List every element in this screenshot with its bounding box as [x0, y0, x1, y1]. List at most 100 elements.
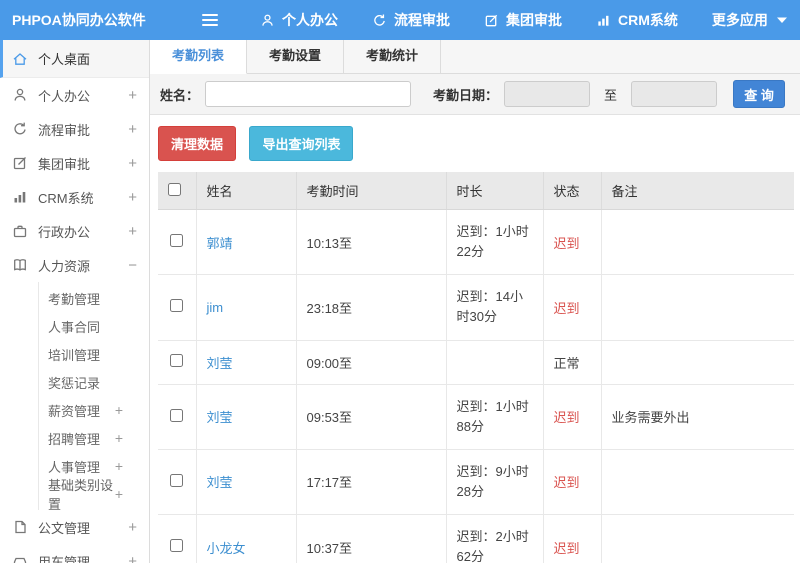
app-window: PHPOA协同办公软件 个人办公 流程审批 集团审批 CRM系统 更多应用 个人…	[0, 0, 800, 563]
sidebar-item-crm[interactable]: CRM系统 +	[0, 180, 149, 214]
top-navigation: 个人办公 流程审批 集团审批 CRM系统 更多应用	[260, 10, 787, 30]
expand-icon[interactable]: +	[128, 88, 137, 103]
col-header-note: 备注	[601, 172, 794, 210]
nav-group-approval[interactable]: 集团审批	[484, 10, 562, 30]
nav-label: 集团审批	[506, 12, 562, 28]
nav-label: CRM系统	[618, 12, 678, 28]
sidebar-item-admin-office[interactable]: 行政办公 +	[0, 214, 149, 248]
attendance-time: 09:00至	[296, 340, 447, 385]
search-form: 姓名： 考勤日期： 至 查 询	[150, 74, 800, 115]
table-row: jim 23:18至 迟到：14小时30分 迟到	[158, 274, 794, 341]
name-input[interactable]	[205, 81, 412, 107]
nav-more-apps[interactable]: 更多应用	[712, 10, 787, 30]
sidebar-item-document-mgmt[interactable]: 公文管理 +	[0, 510, 149, 544]
expand-icon[interactable]: +	[115, 487, 123, 501]
attendance-time: 09:53至	[296, 384, 447, 450]
expand-icon[interactable]: +	[128, 224, 137, 239]
sidebar-item-workflow-approval[interactable]: 流程审批 +	[0, 112, 149, 146]
sidebar-item-group-approval[interactable]: 集团审批 +	[0, 146, 149, 180]
car-icon	[12, 553, 28, 563]
nav-personal-office[interactable]: 个人办公	[260, 10, 338, 30]
submenu-item-hr-contract[interactable]: 人事合同	[0, 312, 149, 340]
duration-cell: 迟到：1小时88分	[446, 384, 544, 450]
cycle-icon	[12, 121, 28, 137]
row-checkbox[interactable]	[170, 354, 184, 368]
nav-label: 更多应用	[711, 12, 768, 28]
expand-icon[interactable]: +	[115, 403, 123, 417]
submenu-item-base-category[interactable]: 基础类别设置 +	[0, 478, 149, 512]
expand-icon[interactable]: +	[128, 122, 137, 137]
note-cell	[601, 274, 794, 341]
employee-name-link[interactable]: 刘莹	[207, 410, 233, 425]
submenu-item-salary[interactable]: 薪资管理 +	[0, 396, 149, 424]
main-content: 考勤列表 考勤设置 考勤统计 姓名： 考勤日期： 至 查 询 清理数据 导出查询…	[150, 40, 800, 563]
note-cell	[601, 209, 794, 276]
date-label: 考勤日期：	[433, 87, 499, 103]
briefcase-icon	[12, 223, 28, 239]
row-checkbox[interactable]	[170, 473, 184, 487]
expand-icon[interactable]: +	[128, 554, 137, 563]
employee-name-link[interactable]: 郭靖	[207, 236, 233, 251]
col-header-status: 状态	[543, 172, 602, 210]
user-icon	[12, 87, 28, 103]
employee-name-link[interactable]: 刘莹	[207, 356, 233, 371]
expand-icon[interactable]: +	[115, 459, 123, 473]
nav-workflow-approval[interactable]: 流程审批	[372, 10, 450, 30]
employee-name-link[interactable]: 刘莹	[207, 475, 233, 490]
attendance-time: 17:17至	[296, 449, 447, 516]
submenu-item-training[interactable]: 培训管理	[0, 340, 149, 368]
col-header-duration: 时长	[446, 172, 544, 210]
expand-icon[interactable]: +	[128, 156, 137, 171]
expand-icon[interactable]: +	[115, 431, 123, 445]
tab-attendance-settings[interactable]: 考勤设置	[247, 40, 345, 73]
sidebar-item-vehicle-mgmt[interactable]: 用车管理 +	[0, 544, 149, 563]
sidebar: 个人桌面 个人办公 + 流程审批 + 集团审批 + CRM系统 + 行政办公 +…	[0, 40, 150, 563]
sidebar-item-desktop[interactable]: 个人桌面	[0, 40, 149, 78]
expand-icon[interactable]: +	[128, 190, 137, 205]
table-row: 刘莹 17:17至 迟到：9小时28分 迟到	[158, 449, 794, 516]
submenu-item-attendance[interactable]: 考勤管理	[0, 284, 149, 312]
duration-cell: 迟到：2小时62分	[446, 514, 544, 563]
row-checkbox[interactable]	[170, 408, 184, 422]
nav-crm-system[interactable]: CRM系统	[596, 10, 678, 30]
expand-icon[interactable]: +	[128, 520, 137, 535]
collapse-icon[interactable]: −	[128, 258, 137, 273]
row-checkbox[interactable]	[170, 234, 184, 248]
doc-icon	[12, 519, 28, 535]
tab-attendance-stats[interactable]: 考勤统计	[344, 40, 442, 73]
employee-name-link[interactable]: 小龙女	[207, 541, 246, 556]
employee-name-link[interactable]: jim	[207, 300, 224, 315]
tab-attendance-list[interactable]: 考勤列表	[150, 40, 248, 74]
export-list-button[interactable]: 导出查询列表	[249, 126, 354, 161]
select-all-checkbox[interactable]	[168, 182, 181, 196]
sidebar-item-personal-office[interactable]: 个人办公 +	[0, 78, 149, 112]
status-badge: 迟到	[553, 410, 580, 426]
status-badge: 迟到	[553, 540, 580, 556]
nav-label: 个人办公	[282, 12, 338, 28]
row-checkbox[interactable]	[170, 539, 184, 553]
table-row: 刘莹 09:53至 迟到：1小时88分 迟到 业务需要外出	[158, 384, 794, 450]
nav-label: 流程审批	[394, 12, 450, 28]
chevron-down-icon	[776, 16, 787, 24]
hamburger-menu-icon[interactable]	[202, 14, 218, 26]
sidebar-item-human-resources[interactable]: 人力资源 −	[0, 248, 149, 282]
note-cell	[601, 340, 794, 385]
date-to-input[interactable]	[631, 81, 718, 107]
submenu-item-rewards[interactable]: 奖惩记录	[0, 368, 149, 396]
book-icon	[12, 257, 28, 273]
date-to-label: 至	[604, 87, 618, 103]
edit-icon	[12, 155, 28, 171]
home-icon	[12, 51, 28, 67]
top-header: PHPOA协同办公软件 个人办公 流程审批 集团审批 CRM系统 更多应用	[0, 0, 800, 40]
attendance-time: 10:37至	[296, 514, 447, 563]
clean-data-button[interactable]: 清理数据	[158, 126, 237, 161]
edit-icon	[484, 13, 499, 28]
table-row: 郭靖 10:13至 迟到：1小时22分 迟到	[158, 209, 794, 276]
query-button[interactable]: 查 询	[733, 80, 786, 108]
table-row: 刘莹 09:00至 正常	[158, 340, 794, 385]
submenu-item-recruitment[interactable]: 招聘管理 +	[0, 424, 149, 452]
table-row: 小龙女 10:37至 迟到：2小时62分 迟到	[158, 514, 794, 563]
date-from-input[interactable]	[504, 81, 591, 107]
row-checkbox[interactable]	[170, 299, 184, 313]
action-buttons: 清理数据 导出查询列表	[150, 115, 800, 172]
